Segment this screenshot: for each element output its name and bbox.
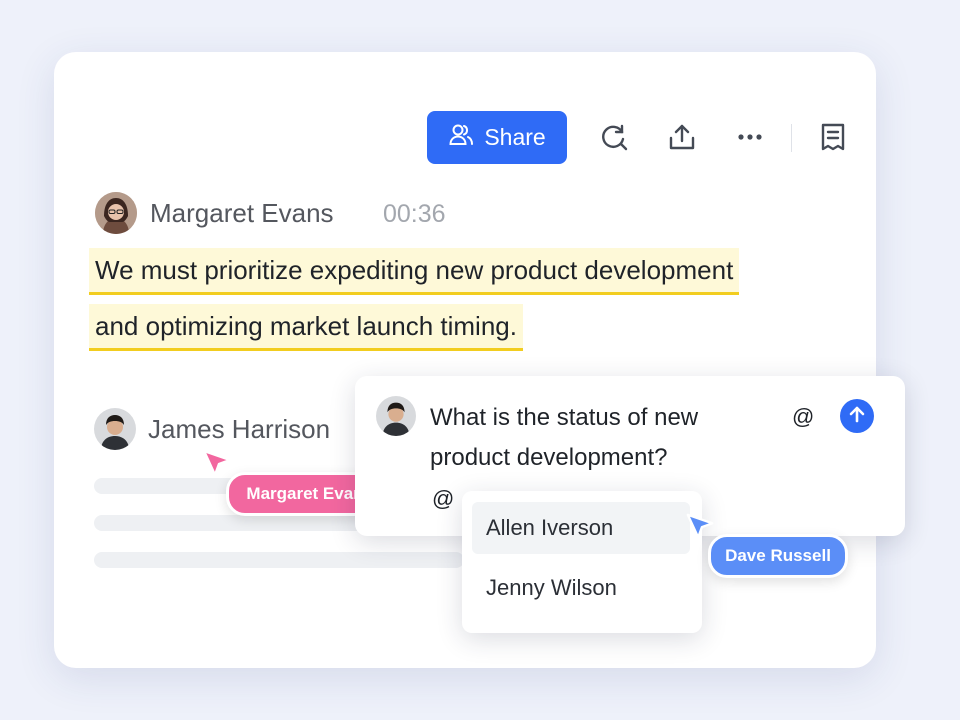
- search-refresh-icon[interactable]: [597, 120, 631, 154]
- notes-icon[interactable]: [816, 120, 850, 154]
- avatar-james: [94, 408, 136, 450]
- avatar-margaret: [95, 192, 137, 234]
- share-button[interactable]: Share: [427, 111, 567, 164]
- share-label: Share: [484, 124, 546, 150]
- avatar-commenter: [376, 396, 416, 436]
- highlighted-line-2: and optimizing market launch timing.: [89, 304, 523, 351]
- arrow-up-icon: [847, 404, 867, 429]
- mention-option-jenny[interactable]: Jenny Wilson: [472, 562, 690, 614]
- comment-line-1: What is the status of new: [430, 404, 699, 431]
- speaker-name: James Harrison: [148, 414, 331, 444]
- people-icon: [448, 122, 474, 154]
- collaborator-tag-blue: Dave Russell: [708, 534, 848, 578]
- skeleton-line: [94, 515, 364, 531]
- author-name: Margaret Evans: [150, 198, 334, 228]
- skeleton-line: [94, 552, 464, 568]
- mention-option-allen[interactable]: Allen Iverson: [472, 502, 690, 554]
- cursor-pointer-icon: [202, 449, 232, 477]
- upload-icon[interactable]: [665, 120, 699, 154]
- comment-input-at[interactable]: @: [432, 486, 454, 512]
- toolbar-divider: [791, 124, 792, 152]
- highlighted-line-1: We must prioritize expediting new produc…: [89, 248, 740, 295]
- comment-line-2: product development?: [430, 444, 668, 471]
- more-icon[interactable]: [733, 120, 767, 154]
- send-button[interactable]: [840, 399, 874, 433]
- timestamp: 00:36: [383, 200, 446, 228]
- mention-button[interactable]: @: [792, 404, 814, 430]
- comment-text[interactable]: What is the status of new product develo…: [430, 398, 760, 478]
